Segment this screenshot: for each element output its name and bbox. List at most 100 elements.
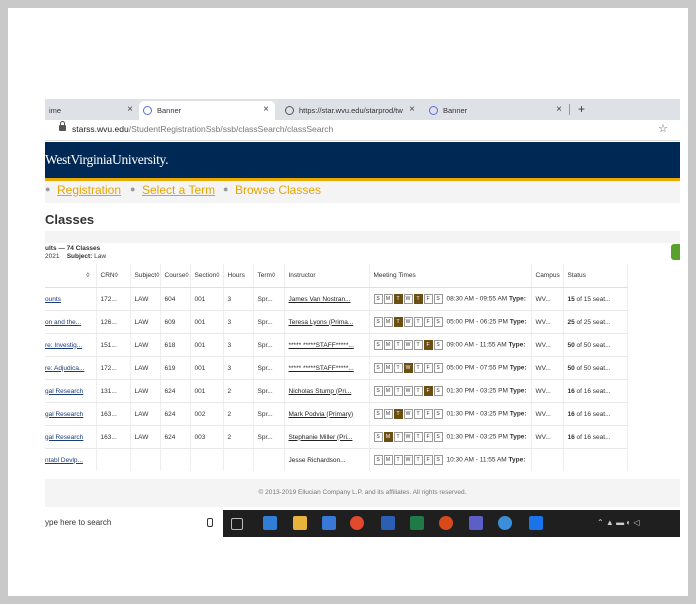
col-header-crn[interactable]: CRN◊ <box>96 264 131 288</box>
zoom-icon[interactable] <box>529 516 543 530</box>
seats-available: 50 <box>567 341 575 349</box>
table-row[interactable]: gal Research 163... LAW 624 002 2 Spr... Mark P… <box>45 402 628 426</box>
status-cell: 15 of 15 seat... <box>563 287 628 311</box>
term-cell: Spr... <box>253 310 285 334</box>
course-number-cell: 619 <box>160 356 191 380</box>
col-header-title[interactable]: ◊ <box>45 264 97 288</box>
powerpoint-icon[interactable] <box>439 516 453 530</box>
day-box: F <box>423 317 433 327</box>
table-row[interactable]: re: Adjudica... 172... LAW 619 001 3 Spr... ***… <box>45 356 628 380</box>
instructor-link[interactable]: Nicholas Stump (Pri... <box>284 379 370 403</box>
type-label: Type: <box>509 364 527 372</box>
col-header-subject[interactable]: Subject◊ <box>130 264 161 288</box>
campus-cell: WV... <box>531 356 564 380</box>
teams-icon[interactable] <box>469 516 483 530</box>
microphone-icon[interactable] <box>207 518 213 527</box>
table-row[interactable]: ntabl Devlp... Jesse Richardson... S M T W T F S… <box>45 448 628 471</box>
table-row[interactable]: gal Research 131... LAW 624 001 2 Spr... Nichol… <box>45 379 628 403</box>
system-tray-icons[interactable]: ⌃ ▲ ▬ ◐ ◁ <box>597 518 640 527</box>
instructor-link[interactable]: ***** *****STAFF*****... <box>284 333 370 357</box>
course-title-link[interactable]: on and the... <box>45 310 97 334</box>
col-header-meeting-times[interactable]: Meeting Times <box>369 264 532 288</box>
seats-total: of 25 seat... <box>576 318 611 326</box>
excel-icon[interactable] <box>410 516 424 530</box>
col-header-term[interactable]: Term◊ <box>253 264 285 288</box>
course-number-cell: 624 <box>160 379 191 403</box>
bookmark-star-icon[interactable]: ☆ <box>658 122 668 135</box>
seats-available: 25 <box>567 318 575 326</box>
col-header-instructor[interactable]: Instructor <box>284 264 370 288</box>
taskbar-search-box[interactable]: ype here to search <box>45 510 223 537</box>
course-title-link[interactable]: gal Research <box>45 379 97 403</box>
col-header-section[interactable]: Section◊ <box>190 264 224 288</box>
close-icon[interactable]: × <box>263 104 269 115</box>
crn-cell: 163... <box>96 425 131 449</box>
tab-2[interactable]: Banner × <box>139 101 275 120</box>
tab-3[interactable]: https://star.wvu.edu/starprod/tw × <box>281 101 421 120</box>
university-logo[interactable]: WestVirginiaUniversity. <box>45 152 168 168</box>
col-header-status[interactable]: Status <box>563 264 628 288</box>
close-icon[interactable]: × <box>127 104 133 115</box>
course-title-link[interactable]: ounts <box>45 287 97 311</box>
edge-icon[interactable] <box>498 516 512 530</box>
breadcrumb-select-term[interactable]: Select a Term <box>142 183 215 197</box>
store-icon[interactable] <box>322 516 336 530</box>
file-explorer-icon[interactable] <box>293 516 307 530</box>
instructor-link[interactable]: Stephanie Miller (Pri... <box>284 425 370 449</box>
day-box: T <box>413 363 423 373</box>
day-box: T <box>413 386 423 396</box>
chrome-icon[interactable] <box>350 516 364 530</box>
instructor-link[interactable]: Mark Podvia (Primary) <box>284 402 370 426</box>
course-title-link[interactable]: re: Investig... <box>45 333 97 357</box>
day-box: S <box>433 409 443 419</box>
course-number-cell: 624 <box>160 425 191 449</box>
day-box: T <box>393 432 403 442</box>
course-title-link[interactable]: ntabl Devlp... <box>45 448 97 471</box>
meeting-times-cell: S M T W T F S 01:30 PM - 03:25 PM Type: <box>369 379 532 403</box>
table-row[interactable]: gal Research 163... LAW 624 003 2 Spr... Stepha… <box>45 425 628 449</box>
col-header-course[interactable]: Course◊ <box>160 264 191 288</box>
day-box: T <box>393 363 403 373</box>
section-cell: 001 <box>190 356 224 380</box>
instructor-link[interactable]: James Van Nostran... <box>284 287 370 311</box>
close-icon[interactable]: × <box>556 104 562 115</box>
day-box: S <box>373 409 383 419</box>
mail-icon[interactable] <box>263 516 277 530</box>
table-row[interactable]: on and the... 126... LAW 609 001 3 Spr... Teres… <box>45 310 628 334</box>
instructor-link[interactable]: ***** *****STAFF*****... <box>284 356 370 380</box>
col-header-hours[interactable]: Hours <box>223 264 254 288</box>
course-title-link[interactable]: gal Research <box>45 425 97 449</box>
course-number-cell: 604 <box>160 287 191 311</box>
term-cell <box>253 448 285 471</box>
seats-total: of 16 seat... <box>576 410 611 418</box>
close-icon[interactable]: × <box>409 104 415 115</box>
subject-cell: LAW <box>130 379 161 403</box>
tab-4[interactable]: Banner × <box>425 101 568 120</box>
banner-icon <box>143 106 152 115</box>
meeting-times-cell: S M T W T F S 05:00 PM - 07:55 PM Type: <box>369 356 532 380</box>
instructor-link[interactable]: Jesse Richardson... <box>284 448 370 471</box>
instructor-link[interactable]: Teresa Lyons (Prima... <box>284 310 370 334</box>
search-again-button[interactable] <box>671 244 680 260</box>
url-text[interactable]: starss.wvu.edu/StudentRegistrationSsb/ss… <box>72 124 333 134</box>
copyright-footer: © 2013-2019 Ellucian Company L.P. and it… <box>45 479 680 507</box>
course-title-link[interactable]: gal Research <box>45 402 97 426</box>
word-icon[interactable] <box>381 516 395 530</box>
table-row[interactable]: re: Investig... 151... LAW 618 001 3 Spr... ***… <box>45 333 628 357</box>
breadcrumb-registration[interactable]: Registration <box>57 183 121 197</box>
course-number-cell: 624 <box>160 402 191 426</box>
table-row[interactable]: ounts 172... LAW 604 001 3 Spr... James Van Nos… <box>45 287 628 311</box>
address-bar[interactable]: starss.wvu.edu/StudentRegistrationSsb/ss… <box>45 120 680 141</box>
col-header-campus[interactable]: Campus <box>531 264 564 288</box>
task-view-icon[interactable] <box>231 518 243 530</box>
day-box: T <box>413 455 423 465</box>
meeting-time-text: 09:00 AM - 11:55 AM <box>446 341 507 349</box>
tab-separator <box>569 104 570 115</box>
seats-total: of 50 seat... <box>576 341 611 349</box>
day-box: T <box>393 317 403 327</box>
tab-1[interactable]: ime × <box>45 101 139 120</box>
course-title-link[interactable]: re: Adjudica... <box>45 356 97 380</box>
day-box: S <box>433 294 443 304</box>
day-box: T <box>413 317 423 327</box>
new-tab-icon[interactable]: + <box>578 102 585 116</box>
